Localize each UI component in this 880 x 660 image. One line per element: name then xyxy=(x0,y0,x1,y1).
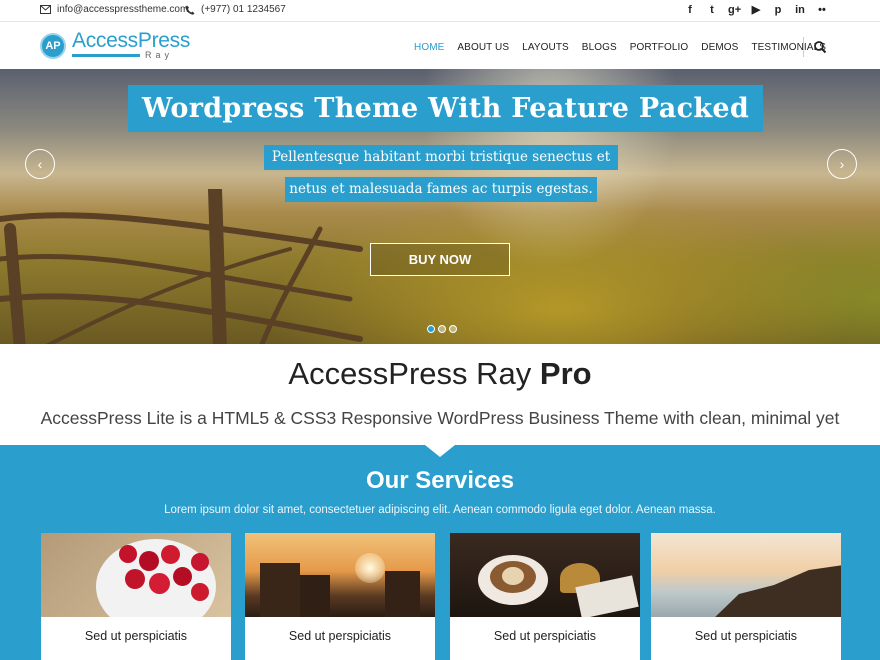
service-card-label: Sed ut perspiciatis xyxy=(493,629,597,643)
nav-demos[interactable]: DEMOS xyxy=(701,42,738,53)
social-links: f t g+ ▶ p in •• xyxy=(684,3,828,17)
nav-divider xyxy=(803,37,804,57)
service-card[interactable]: Sed ut perspiciatis xyxy=(450,533,640,660)
search-icon[interactable] xyxy=(813,40,827,54)
service-card[interactable]: Sed ut perspiciatis xyxy=(41,533,231,660)
intro-title: AccessPress Ray Pro xyxy=(0,356,880,392)
service-card-label: Sed ut perspiciatis xyxy=(288,629,392,643)
slider-pagination xyxy=(427,325,457,333)
phone-icon xyxy=(185,5,195,15)
linkedin-icon[interactable]: in xyxy=(794,3,806,17)
phone-contact[interactable]: (+977) 01 1234567 xyxy=(185,4,286,15)
service-image-coffee xyxy=(450,533,640,617)
service-card[interactable]: Sed ut perspiciatis xyxy=(245,533,435,660)
section-notch xyxy=(425,445,455,457)
site-header: AP AccessPress Ray HOME ABOUT US LAYOUTS… xyxy=(0,23,880,69)
service-image-raspberries xyxy=(41,533,231,617)
nav-home[interactable]: HOME xyxy=(414,42,444,53)
hero-fence-graphic xyxy=(0,189,363,344)
nav-blogs[interactable]: BLOGS xyxy=(582,42,617,53)
nav-about-us[interactable]: ABOUT US xyxy=(457,42,509,53)
flickr-icon[interactable]: •• xyxy=(816,3,828,17)
email-text: info@accesspresstheme.com xyxy=(57,4,189,15)
service-image-coast xyxy=(651,533,841,617)
logo-underline xyxy=(72,54,140,57)
email-contact[interactable]: info@accesspresstheme.com xyxy=(40,4,188,15)
pinterest-icon[interactable]: p xyxy=(772,3,784,17)
slider-dot[interactable] xyxy=(438,325,446,333)
phone-text: (+977) 01 1234567 xyxy=(201,4,286,15)
intro-text: AccessPress Lite is a HTML5 & CSS3 Respo… xyxy=(40,408,840,428)
facebook-icon[interactable]: f xyxy=(684,3,696,17)
buy-now-button[interactable]: BUY NOW xyxy=(370,243,510,276)
services-title-bold: Our xyxy=(365,467,409,494)
services-text: Lorem ipsum dolor sit amet, consectetuer… xyxy=(164,504,716,516)
service-card-label: Sed ut perspiciatis xyxy=(694,629,798,643)
services-title: Our Services xyxy=(0,467,880,495)
service-image-city-sunset xyxy=(245,533,435,617)
services-section: Our Services Lorem ipsum dolor sit amet,… xyxy=(0,445,880,660)
slider-prev-button[interactable]: ‹ xyxy=(25,149,55,179)
chevron-left-icon: ‹ xyxy=(37,156,43,172)
nav-layouts[interactable]: LAYOUTS xyxy=(522,42,569,53)
intro-title-bold: Pro xyxy=(539,356,592,391)
slider-dot[interactable] xyxy=(449,325,457,333)
slider-next-button[interactable]: › xyxy=(827,149,857,179)
main-nav: HOME ABOUT US LAYOUTS BLOGS PORTFOLIO DE… xyxy=(414,42,839,53)
twitter-icon[interactable]: t xyxy=(706,3,718,17)
chevron-right-icon: › xyxy=(839,156,845,172)
hero-slider: Wordpress Theme With Feature Packed Pell… xyxy=(0,69,880,344)
hero-subtitle-line2: netus et malesuada fames ac turpis egest… xyxy=(285,177,597,202)
google-plus-icon[interactable]: g+ xyxy=(728,3,741,17)
envelope-icon xyxy=(40,5,51,14)
top-bar: info@accesspresstheme.com (+977) 01 1234… xyxy=(0,0,880,22)
services-title-light: Services xyxy=(415,467,515,494)
service-card-label: Sed ut perspiciatis xyxy=(84,629,188,643)
slider-dot[interactable] xyxy=(427,325,435,333)
logo-badge: AP xyxy=(40,33,66,59)
service-card[interactable]: Sed ut perspiciatis xyxy=(651,533,841,660)
nav-portfolio[interactable]: PORTFOLIO xyxy=(630,42,689,53)
youtube-icon[interactable]: ▶ xyxy=(750,3,762,17)
intro-title-light: AccessPress Ray xyxy=(288,356,532,391)
hero-title: Wordpress Theme With Feature Packed xyxy=(128,85,763,132)
hero-subtitle-line1: Pellentesque habitant morbi tristique se… xyxy=(264,145,618,170)
logo-subtitle: Ray xyxy=(145,50,174,60)
